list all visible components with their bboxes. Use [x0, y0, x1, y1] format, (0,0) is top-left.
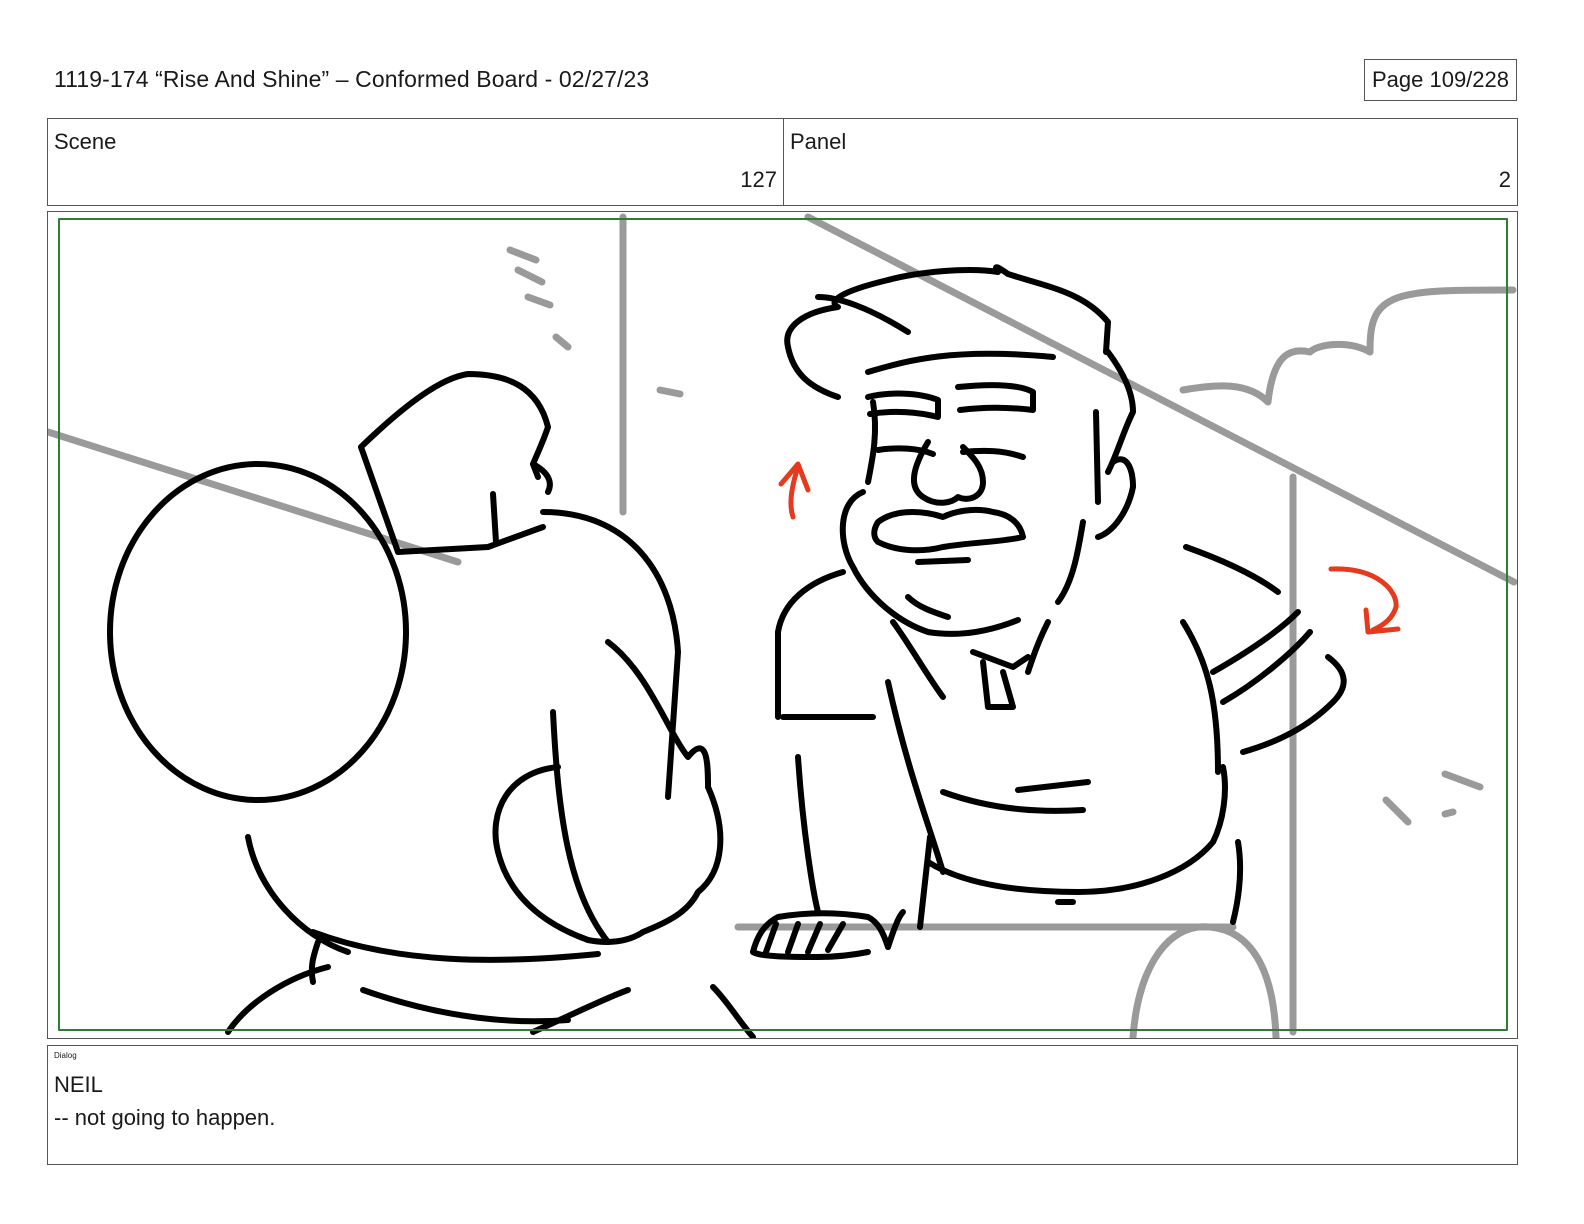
neil-character-icon: [750, 264, 1347, 960]
panel-number: 2: [1498, 167, 1511, 192]
dialog-tag: Dialog: [54, 1051, 77, 1060]
page-number-box: Page 109/228: [1364, 59, 1517, 101]
scene-number: 127: [740, 167, 777, 192]
dialog-speaker: NEIL: [54, 1072, 103, 1097]
dialog-box: Dialog NEIL -- not going to happen.: [47, 1045, 1518, 1165]
scene-cell: Scene 127: [48, 119, 784, 205]
character-back-view-icon: [107, 371, 756, 1038]
curved-down-arrow-icon: [1328, 566, 1401, 635]
dialog-line: -- not going to happen.: [54, 1105, 276, 1130]
scene-panel-info-row: Scene 127 Panel 2: [47, 118, 1518, 206]
panel-cell: Panel 2: [784, 119, 1517, 205]
storyboard-panel: [47, 211, 1518, 1039]
document-title: 1119-174 “Rise And Shine” – Conformed Bo…: [54, 66, 650, 92]
panel-label: Panel: [790, 129, 847, 154]
storyboard-drawing: [48, 213, 1517, 1038]
scene-label: Scene: [54, 129, 117, 154]
up-arrow-icon: [778, 461, 811, 520]
